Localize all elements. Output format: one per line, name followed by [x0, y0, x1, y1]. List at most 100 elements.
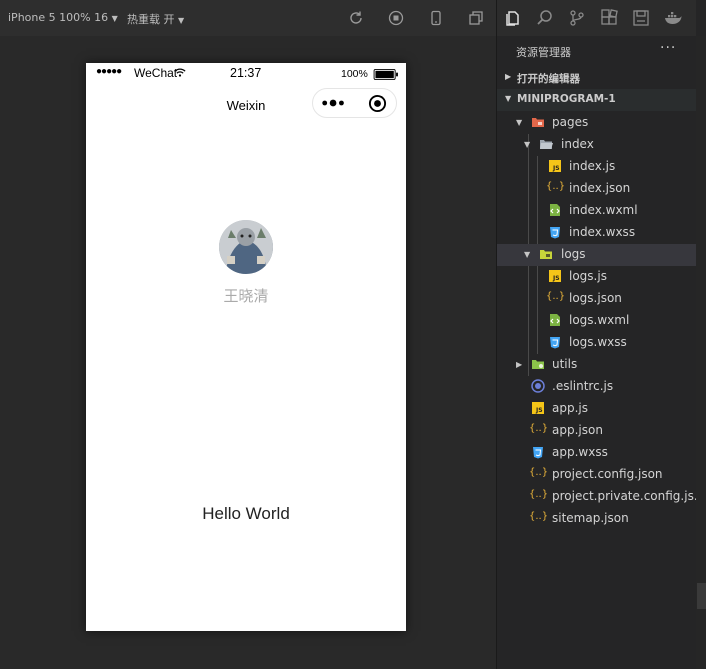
navigation-bar: Weixin [86, 83, 406, 127]
tree-file-index-json[interactable]: {..} index.json [497, 178, 696, 200]
phone-screen: ●●●●● WeChat 21:37 100% Weixin 王晓清 Hello… [86, 63, 406, 631]
js-file-icon: JS [549, 160, 561, 172]
tree-item-label: logs [561, 247, 586, 261]
chevron-down-icon: ▼ [516, 118, 523, 127]
clock: 21:37 [230, 66, 262, 80]
svg-text:JS: JS [552, 165, 560, 172]
device-select[interactable]: iPhone 5 100% 16 ▼ [8, 11, 118, 24]
tree-item-label: index [561, 137, 594, 151]
folder-open-icon [540, 250, 552, 259]
tree-item-label: logs.json [569, 291, 622, 305]
close-miniprogram-icon[interactable] [368, 94, 387, 113]
tree-file-app-wxss[interactable]: app.wxss [497, 442, 696, 464]
tree-item-label: app.js [552, 401, 588, 415]
json-file-icon: {..} [529, 423, 549, 434]
phone-icon[interactable] [428, 10, 444, 26]
tree-item-label: index.wxss [569, 225, 636, 239]
menu-capsule [312, 88, 397, 118]
tree-folder-index[interactable]: ▼ index [497, 134, 696, 156]
json-file-icon: {..} [529, 467, 549, 478]
json-file-icon: {..} [546, 181, 566, 192]
eslint-file-icon [531, 379, 545, 393]
js-file-icon: JS [549, 270, 561, 282]
avatar-image [219, 220, 273, 274]
motto-text: Hello World [202, 504, 290, 523]
chevron-right-icon: ▶ [505, 72, 512, 81]
json-file-icon: {..} [546, 291, 566, 302]
open-editors-section[interactable]: ▶ 打开的编辑器 [497, 67, 696, 89]
refresh-icon[interactable] [348, 10, 364, 26]
open-editors-label: 打开的编辑器 [517, 73, 580, 85]
tree-item-label: logs.wxml [569, 313, 630, 327]
tree-file-logs-js[interactable]: JS logs.js [497, 266, 696, 288]
scrollbar-track[interactable] [696, 36, 706, 669]
docker-icon[interactable] [664, 9, 682, 27]
tree-file-sitemap[interactable]: {..} sitemap.json [497, 508, 696, 530]
chevron-down-icon: ▼ [505, 94, 512, 103]
chevron-down-icon: ▼ [178, 16, 185, 25]
tree-item-label: sitemap.json [552, 511, 629, 525]
tree-item-label: app.json [552, 423, 603, 437]
tree-folder-logs[interactable]: ▼ logs [497, 244, 696, 266]
search-icon[interactable] [536, 9, 554, 27]
tree-file-logs-json[interactable]: {..} logs.json [497, 288, 696, 310]
tree-file-logs-wxml[interactable]: logs.wxml [497, 310, 696, 332]
tree-file-index-wxml[interactable]: index.wxml [497, 200, 696, 222]
tree-file-app-json[interactable]: {..} app.json [497, 420, 696, 442]
tree-item-label: logs.js [569, 269, 607, 283]
tree-folder-pages[interactable]: ▼ pages [497, 112, 696, 134]
detach-window-icon[interactable] [468, 10, 484, 26]
chevron-down-icon: ▼ [524, 250, 531, 259]
wxss-file-icon [550, 337, 560, 349]
wxss-file-icon [533, 447, 543, 459]
project-label: MINIPROGRAM-1 [517, 93, 616, 105]
tree-item-label: project.private.config.js... [552, 489, 706, 503]
svg-text:JS: JS [535, 407, 543, 414]
tree-folder-utils[interactable]: ▶ utils [497, 354, 696, 376]
tree-file-eslintrc[interactable]: .eslintrc.js [497, 376, 696, 398]
tree-file-logs-wxss[interactable]: logs.wxss [497, 332, 696, 354]
more-actions-button[interactable]: ··· [660, 40, 676, 56]
tree-item-label: project.config.json [552, 467, 663, 481]
extensions-icon[interactable] [600, 9, 618, 27]
wxml-file-icon [550, 314, 560, 326]
tree-item-label: utils [552, 357, 578, 371]
tree-file-index-wxss[interactable]: index.wxss [497, 222, 696, 244]
tree-item-label: index.wxml [569, 203, 638, 217]
hot-reload-label: 热重载 开 [127, 13, 175, 26]
folder-icon [532, 360, 544, 369]
files-icon[interactable] [504, 9, 522, 27]
tree-item-label: logs.wxss [569, 335, 627, 349]
project-section[interactable]: ▼ MINIPROGRAM-1 [497, 89, 696, 111]
tree-item-label: index.json [569, 181, 631, 195]
tree-file-index-js[interactable]: JS index.js [497, 156, 696, 178]
scrollbar-thumb[interactable] [697, 583, 706, 609]
json-file-icon: {..} [529, 511, 549, 522]
wifi-icon [174, 68, 186, 77]
storage-icon[interactable] [632, 9, 650, 27]
activity-bar [497, 0, 696, 36]
status-bar: ●●●●● WeChat 21:37 100% [86, 63, 406, 83]
tree-item-label: pages [552, 115, 589, 129]
simulator-toolbar: iPhone 5 100% 16 ▼ 热重载 开 ▼ [0, 0, 496, 36]
chevron-right-icon: ▶ [516, 360, 523, 369]
hot-reload-select[interactable]: 热重载 开 ▼ [127, 11, 184, 27]
source-control-icon[interactable] [568, 9, 586, 27]
avatar[interactable] [219, 220, 273, 274]
tree-item-label: index.js [569, 159, 616, 173]
js-file-icon: JS [532, 402, 544, 414]
tree-item-label: app.wxss [552, 445, 608, 459]
more-dots-icon[interactable] [321, 98, 347, 108]
svg-text:JS: JS [552, 275, 560, 282]
chevron-down-icon: ▼ [524, 140, 531, 149]
wxml-file-icon [550, 204, 560, 216]
device-label: iPhone 5 100% 16 [8, 11, 109, 24]
tree-item-label: .eslintrc.js [552, 379, 614, 393]
stop-icon[interactable] [388, 10, 404, 26]
tree-file-project-config[interactable]: {..} project.config.json [497, 464, 696, 486]
carrier-label: WeChat [134, 66, 178, 80]
explorer-header: 资源管理器 ··· [497, 36, 696, 66]
tree-file-project-private-config[interactable]: {..} project.private.config.js... [497, 486, 705, 508]
tree-file-app-js[interactable]: JS app.js [497, 398, 696, 420]
chevron-down-icon: ▼ [111, 14, 118, 23]
